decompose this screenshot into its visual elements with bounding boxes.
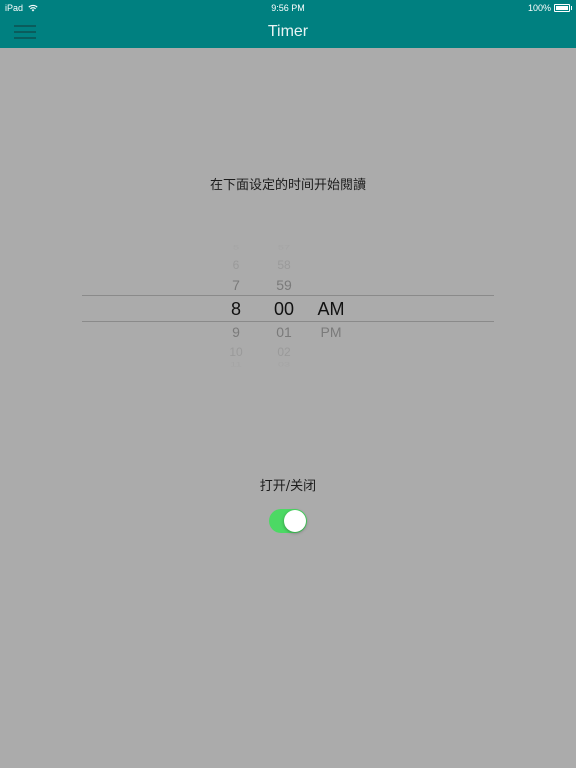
hour-option[interactable]: 11	[216, 362, 256, 369]
toggle-label: 打开/关闭	[259, 479, 317, 494]
nav-bar: Timer	[0, 16, 576, 48]
status-time: 9:56 PM	[271, 3, 305, 13]
hour-option-selected[interactable]: 8	[216, 299, 256, 320]
minute-option[interactable]: 57	[264, 245, 304, 252]
status-bar: iPad 9:56 PM 100%	[0, 0, 576, 16]
minute-column[interactable]: 57 58 59 00 01 02 03	[264, 238, 304, 374]
minute-option-selected[interactable]: 00	[264, 299, 304, 320]
hour-option[interactable]: 5	[216, 245, 256, 252]
status-right: 100%	[527, 3, 572, 13]
minute-option[interactable]: 02	[264, 345, 304, 359]
minute-option[interactable]: 59	[264, 277, 304, 293]
hour-option[interactable]: 7	[216, 277, 256, 293]
battery-percent: 100%	[527, 3, 551, 13]
hour-option[interactable]: 6	[216, 258, 256, 272]
period-option-selected[interactable]: AM	[308, 299, 354, 320]
period-option[interactable]: PM	[308, 324, 354, 340]
toggle-knob[interactable]	[284, 510, 306, 532]
on-off-toggle[interactable]	[269, 509, 307, 533]
period-column[interactable]: AM PM	[308, 238, 354, 374]
time-picker[interactable]: 5 6 7 8 9 10 11 57 58 59 00 01 02 03 AM …	[82, 238, 494, 374]
hour-column[interactable]: 5 6 7 8 9 10 11	[216, 238, 256, 374]
reading-start-prompt: 在下面设定的时间开始閱讀	[209, 178, 366, 193]
minute-option[interactable]: 01	[264, 324, 304, 340]
page-title: Timer	[267, 23, 309, 40]
hour-option[interactable]: 9	[216, 324, 256, 340]
battery-icon	[554, 4, 572, 12]
hour-option[interactable]: 10	[216, 345, 256, 359]
minute-option[interactable]: 58	[264, 258, 304, 272]
minute-option[interactable]: 03	[264, 362, 304, 369]
